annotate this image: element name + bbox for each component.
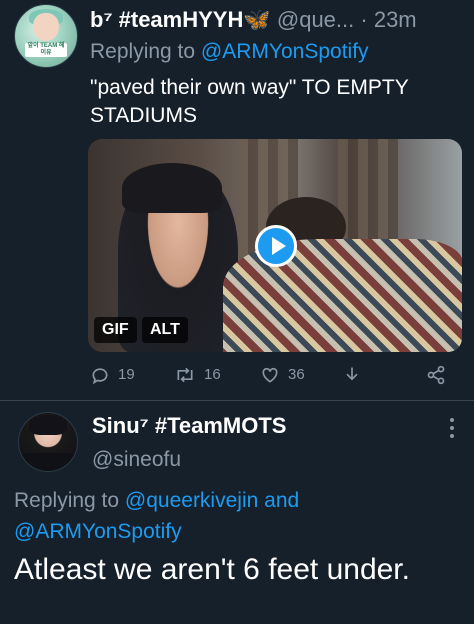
alt-badge[interactable]: ALT — [142, 317, 188, 343]
user-handle[interactable]: @que... — [277, 7, 354, 32]
retweet-icon — [177, 367, 193, 383]
gif-media[interactable]: GIF ALT — [88, 139, 462, 352]
media-person-hair — [122, 163, 222, 213]
mention-link[interactable]: @ARMYonSpotify — [201, 40, 369, 63]
download-button[interactable] — [342, 362, 370, 388]
tweet-text: "paved their own way" TO EMPTY STADIUMS — [90, 76, 409, 127]
share-icon — [427, 365, 445, 385]
avatar-face — [33, 13, 59, 41]
display-name[interactable]: b⁷ #teamHYYH🦋 — [90, 7, 271, 32]
replying-joiner: and — [264, 489, 300, 512]
more-options-icon[interactable] — [446, 418, 458, 442]
like-button[interactable]: 36 — [260, 362, 305, 388]
replying-to-line: Replying to @queerkivejin and @ARMYonSpo… — [14, 485, 454, 547]
mention-link[interactable]: @ARMYonSpotify — [14, 520, 182, 543]
avatar-hair — [29, 415, 67, 435]
tweet-actions: 19 16 36 — [90, 362, 462, 388]
display-name[interactable]: Sinu⁷ #TeamMOTS — [92, 412, 286, 440]
reply-count: 19 — [118, 366, 135, 383]
replying-prefix: Replying to — [90, 40, 196, 63]
replying-prefix: Replying to — [14, 489, 120, 512]
retweet-button[interactable]: 16 — [174, 362, 221, 388]
tweet-header: b⁷ #teamHYYH🦋 @que... · 23m — [90, 6, 417, 34]
timestamp[interactable]: · 23m — [360, 7, 416, 32]
avatar-shoulders — [19, 453, 77, 471]
divider — [0, 400, 474, 401]
reply-button[interactable]: 19 — [90, 362, 135, 388]
retweet-count: 16 — [204, 366, 221, 383]
avatar[interactable]: 앞이 TEAM 헤이유 — [14, 4, 78, 68]
avatar[interactable] — [18, 412, 78, 472]
share-button[interactable] — [426, 362, 454, 388]
gif-badge: GIF — [94, 317, 137, 343]
play-icon[interactable] — [255, 225, 297, 267]
heart-icon — [262, 367, 278, 383]
mention-link[interactable]: @queerkivejin — [125, 489, 258, 512]
download-icon — [346, 367, 358, 381]
tweet-text: Atleast we aren't 6 feet under. — [14, 553, 410, 586]
replying-to-line: Replying to @ARMYonSpotify — [90, 38, 369, 66]
like-count: 36 — [288, 366, 305, 383]
avatar-badge: 앞이 TEAM 헤이유 — [25, 43, 67, 57]
user-handle[interactable]: @sineofu — [92, 446, 181, 474]
reply-icon — [92, 368, 108, 385]
